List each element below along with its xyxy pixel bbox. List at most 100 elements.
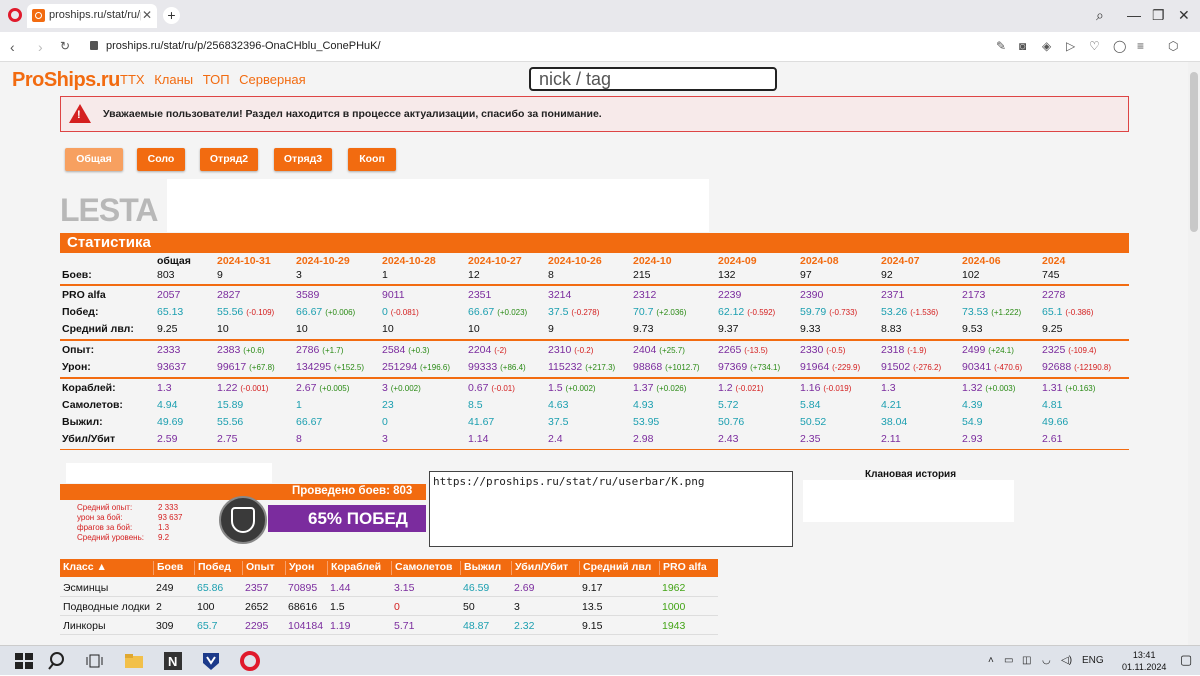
notion-app-icon[interactable]: N [163,651,183,671]
stat-number: 9011 [382,289,405,301]
stat-value: 1.14 [468,433,488,445]
stat-value: 91964 (-229.9) [800,361,860,373]
stat-value: 2057 [157,289,180,301]
stat-number: 55.56 [217,416,244,428]
search-input[interactable]: nick / tag [529,67,777,91]
tray-chevron-icon[interactable]: ˄ [988,655,994,666]
shield-icon[interactable]: ◈ [1042,39,1051,53]
tab-search-icon[interactable]: ⌕ [1096,7,1104,24]
stat-delta: (+0.026) [656,384,687,393]
stat-value: 8.5 [468,399,483,411]
language-indicator[interactable]: ENG [1082,655,1104,666]
stat-value: 2.93 [962,433,982,445]
stat-number: 2.35 [800,433,821,445]
browser-tabbar: proships.ru/stat/ru/p/2568 ✕ + ⌕ — ❐ ✕ [0,0,1200,32]
summary-mini: Средний опыт: 2 333 урон за бой: 93 637 фраг… [77,503,187,543]
reload-icon[interactable]: ↻ [60,39,70,53]
emblem-shield [231,507,255,533]
tab-general[interactable]: Общая [65,148,123,171]
class-table-column-header[interactable]: Самолетов [391,561,452,575]
stat-value: 37.5 [548,416,568,428]
heart-icon[interactable]: ♡ [1089,39,1100,53]
scrollbar-thumb[interactable] [1190,72,1198,232]
class-table-column-header[interactable]: Боев [153,561,183,575]
class-table-column-header[interactable]: Выжил [460,561,501,575]
url-field[interactable]: proships.ru/stat/ru/p/256832396-OnaCHblu… [90,40,381,52]
stat-number: 2310 [548,344,572,356]
class-table-column-header[interactable]: PRO alfa [659,561,707,575]
class-table-row[interactable]: Линкоры 309 65.7 2295 104184 1.19 5.71 48.87 2.3… [60,616,718,635]
summary-row: урон за бой: 93 637 [77,513,187,523]
page-scrollbar[interactable] [1188,62,1200,645]
restore-icon[interactable]: ❐ [1152,7,1165,24]
nav-server[interactable]: Серверная [239,72,306,87]
stat-value: 0 [382,416,388,428]
minimize-icon[interactable]: — [1127,7,1141,23]
site-logo[interactable]: ProShips.ru [12,69,120,92]
stat-value: 803 [157,269,175,281]
stat-value: 23 [382,399,394,411]
stat-delta: (-0.109) [246,308,275,317]
tab-coop[interactable]: Кооп [348,148,396,171]
tray-app-icon[interactable]: ◫ [1022,655,1031,666]
stat-delta: (+0.002) [390,384,421,393]
back-icon[interactable]: ‹ [10,39,15,55]
stat-number: 5.84 [800,399,821,411]
class-table-column-header[interactable]: Побед [194,561,231,575]
search-icon[interactable] [48,651,68,671]
class-table-column-header[interactable]: Урон [285,561,314,575]
stat-value: 1.16 (-0.019) [800,382,851,394]
opera-taskbar-icon[interactable] [240,651,260,671]
new-tab-button[interactable]: + [163,7,180,24]
lock-icon [90,41,98,50]
camera-icon[interactable]: ◙ [1019,39,1026,53]
tab-close-icon[interactable]: ✕ [142,8,152,22]
class-table-column-header[interactable]: Убил/Убит [511,561,568,575]
class-table-row[interactable]: Подводные лодки 2 100 2652 68616 1.5 0 50 3 13.5 1… [60,597,718,616]
tab-squad3[interactable]: Отряд3 [274,148,332,171]
wifi-icon[interactable]: ◡ [1042,655,1051,666]
tab-squad2[interactable]: Отряд2 [200,148,258,171]
windows-start-icon[interactable] [14,651,34,671]
summary-value: 2 333 [158,503,179,512]
notifications-icon[interactable]: ▢ [1180,652,1192,668]
tab-solo[interactable]: Соло [137,148,185,171]
warships-app-icon[interactable] [201,651,221,671]
cube-icon[interactable]: ⬡ [1168,39,1178,53]
forward-icon[interactable]: › [38,39,43,55]
class-table-column-header[interactable]: Класс ▲ [60,561,107,575]
alert-banner: ! Уважаемые пользователи! Раздел находит… [60,96,1129,132]
class-table-column-header[interactable]: Кораблей [327,561,381,575]
summary-value: 93 637 [158,513,183,522]
battery-icon[interactable]: ▭ [1004,655,1013,666]
close-window-icon[interactable]: ✕ [1178,7,1190,24]
userbar-url-textarea[interactable]: https://proships.ru/stat/ru/userbar/K.pn… [429,471,793,547]
play-icon[interactable]: ▷ [1066,39,1075,53]
file-explorer-icon[interactable] [124,651,144,671]
stat-number: 98868 [633,361,663,373]
nav-clans[interactable]: Кланы [154,72,193,87]
taskbar: N ˄ ▭ ◫ ◡ ◁) ENG 13:41 01.11.2024 ▢ [0,645,1200,675]
class-table-column-header[interactable]: Средний лвл [579,561,651,575]
browser-tab[interactable]: proships.ru/stat/ru/p/2568 ✕ [27,4,157,28]
class-table-row[interactable]: Эсминцы 249 65.86 2357 70895 1.44 3.15 46.59 2.6… [60,578,718,597]
stat-number: 9.73 [633,323,654,335]
stat-value: 3214 [548,289,571,301]
class-table-column-header[interactable]: Опыт [242,561,275,575]
nav-ttx[interactable]: ТТХ [120,72,145,87]
nav-top[interactable]: ТОП [203,72,230,87]
menu-icon[interactable]: ≡ [1137,39,1144,53]
edit-icon[interactable]: ✎ [996,39,1006,53]
stat-number: 4.21 [881,399,902,411]
clock[interactable]: 13:41 01.11.2024 [1122,649,1166,673]
task-view-icon[interactable] [84,651,104,671]
stat-value: 2404 (+25.7) [633,344,685,356]
svg-text:N: N [168,654,177,669]
opera-menu-icon[interactable] [8,8,22,22]
stat-delta: (+1.7) [322,346,344,355]
stat-number: 99617 [217,361,247,373]
stat-number: 91502 [881,361,911,373]
profile-icon[interactable]: ◯ [1113,39,1126,53]
volume-icon[interactable]: ◁) [1061,655,1072,666]
stat-number: 70.7 [633,306,654,318]
